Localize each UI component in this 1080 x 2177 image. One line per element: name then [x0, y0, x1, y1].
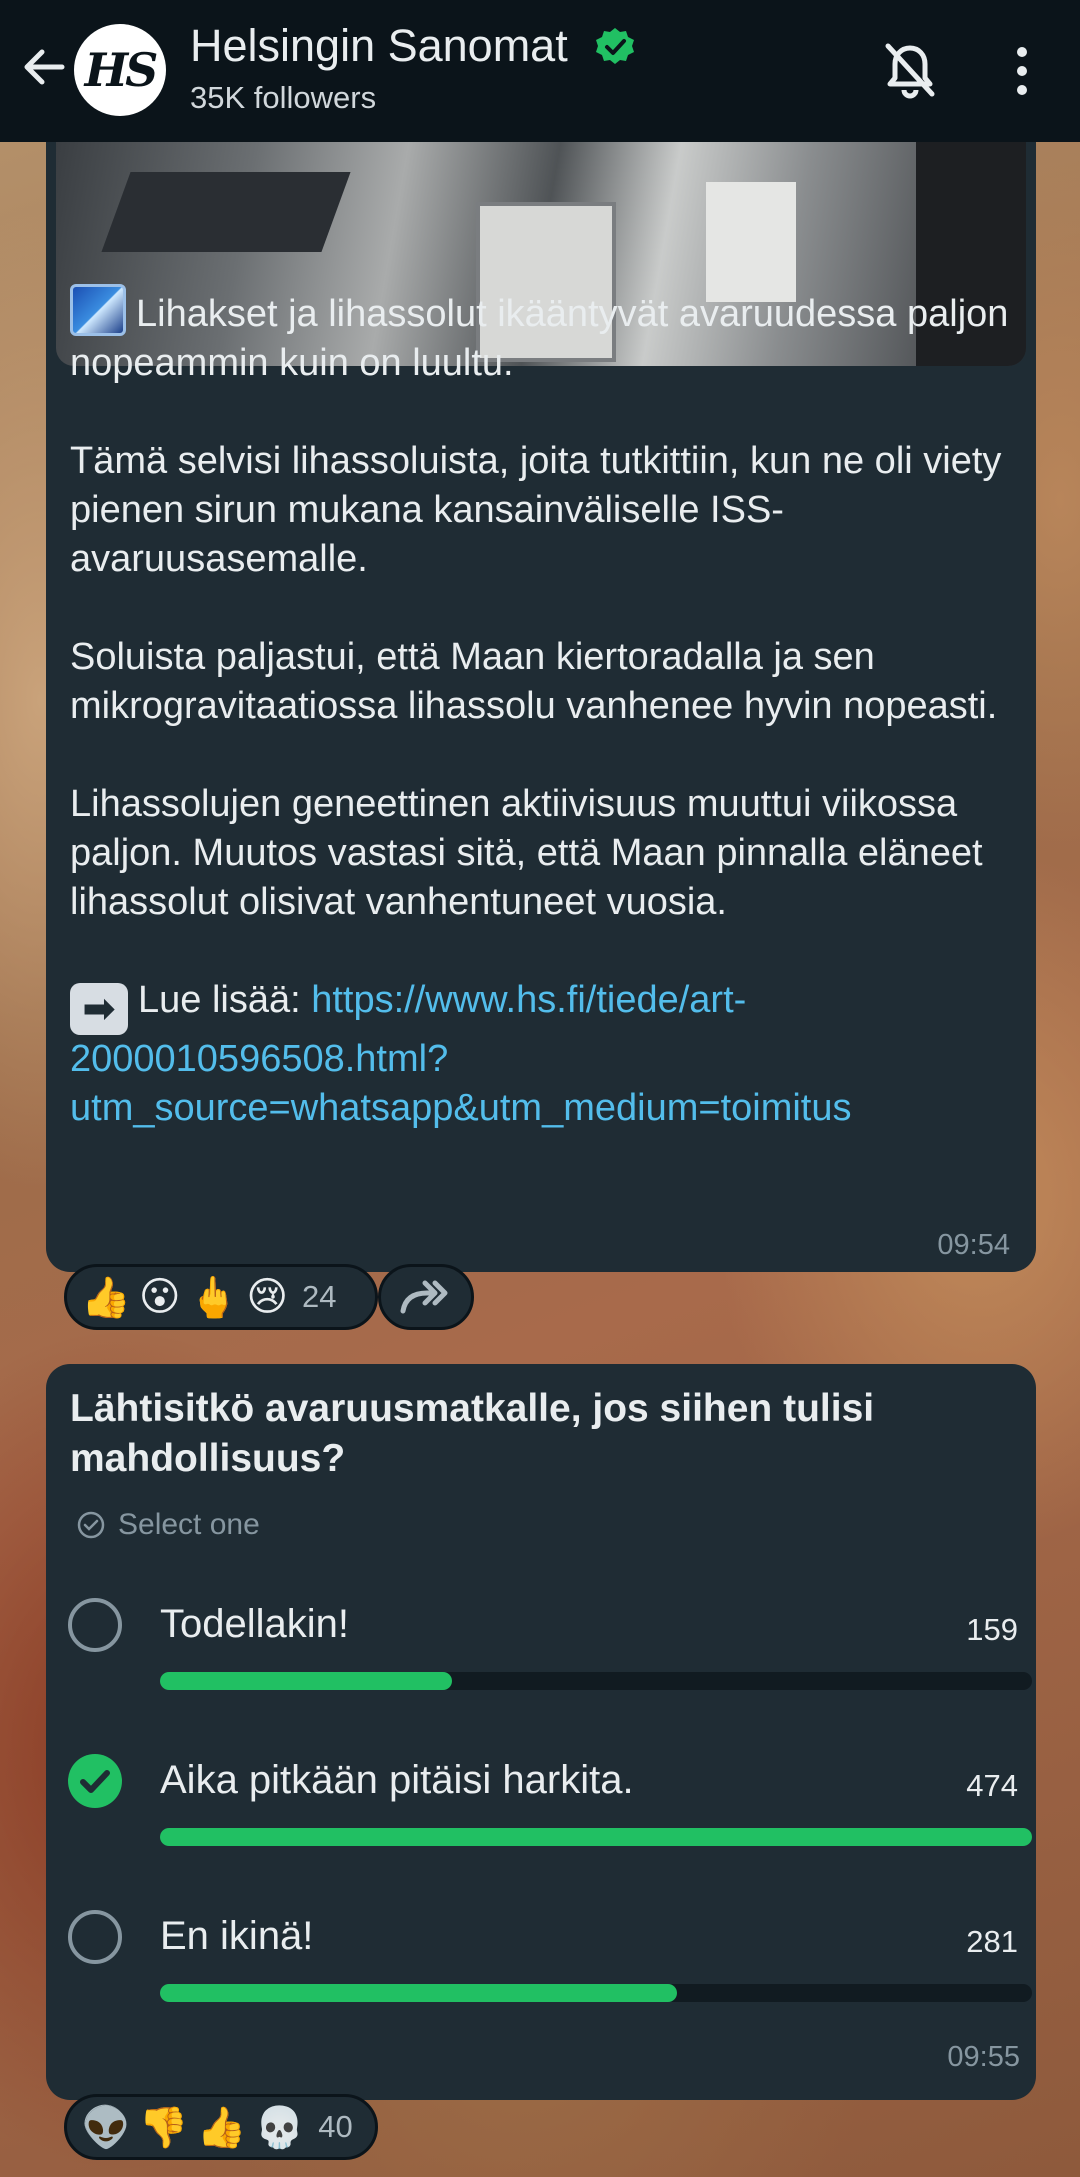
- reaction-emoji: 😢: [246, 1275, 289, 1319]
- verified-badge-icon: [596, 28, 634, 64]
- reaction-emoji: 👽: [81, 2105, 131, 2150]
- message-time: 09:54: [937, 1229, 1010, 1261]
- reaction-count: 40: [318, 2109, 353, 2144]
- poll-progress-fill: [160, 1672, 453, 1690]
- reaction-emoji: 💀: [254, 2105, 305, 2150]
- poll-option[interactable]: Aika pitkään pitäisi harkita. 474: [68, 1754, 1032, 1874]
- radio-button-checked[interactable]: [68, 1754, 122, 1808]
- poll-option[interactable]: En ikinä! 281: [68, 1910, 1032, 2030]
- radio-button[interactable]: [68, 1598, 122, 1652]
- poll-progress-fill: [160, 1828, 1032, 1846]
- poll-progress-track: [160, 1984, 1032, 2002]
- more-vert-icon[interactable]: [1006, 44, 1038, 98]
- message-time: 09:55: [947, 2041, 1020, 2073]
- select-one-hint: Select one: [76, 1508, 260, 1542]
- reaction-emoji: 😮: [138, 1275, 181, 1319]
- forward-button[interactable]: [378, 1264, 474, 1330]
- poll-option-label: En ikinä!: [160, 1914, 314, 1958]
- reaction-emoji: 👎: [138, 2105, 189, 2150]
- message-text: Lihakset ja lihassolut ikääntyvät avaruu…: [70, 284, 1020, 1133]
- check-circle-icon: [77, 1511, 105, 1539]
- poll-option-label: Todellakin!: [160, 1602, 350, 1646]
- poll-option-count: 474: [966, 1768, 1018, 1803]
- chat-header: HS Helsingin Sanomat 35K followers: [0, 0, 1080, 142]
- poll-progress-track: [160, 1828, 1032, 1846]
- back-arrow-icon[interactable]: [18, 42, 68, 92]
- reaction-emoji: 👍: [81, 1275, 131, 1320]
- reaction-emoji: 🖕: [188, 1275, 239, 1320]
- channel-name[interactable]: Helsingin Sanomat: [190, 20, 568, 72]
- checkmark-icon: [80, 1770, 110, 1793]
- reaction-count: 24: [302, 1279, 337, 1314]
- article-message[interactable]: Lihakset ja lihassolut ikääntyvät avaruu…: [46, 100, 1036, 1272]
- poll-option-count: 159: [966, 1612, 1018, 1647]
- reaction-emoji: 👍: [196, 2105, 247, 2150]
- poll-option-count: 281: [966, 1924, 1018, 1959]
- reactions-bar[interactable]: 👽 👎 👍 💀 40: [64, 2094, 378, 2160]
- poll-question: Lähtisitkö avaruusmatkalle, jos siihen t…: [70, 1387, 875, 1480]
- radio-button[interactable]: [68, 1910, 122, 1964]
- poll-message: Lähtisitkö avaruusmatkalle, jos siihen t…: [46, 1364, 1036, 2100]
- notifications-off-icon[interactable]: [882, 40, 938, 100]
- followers-count: 35K followers: [190, 80, 377, 115]
- poll-option-label: Aika pitkään pitäisi harkita.: [160, 1758, 634, 1802]
- avatar[interactable]: HS: [74, 24, 166, 116]
- poll-progress-track: [160, 1672, 1032, 1690]
- space-image-emoji-icon: [70, 284, 126, 336]
- right-arrow-emoji-icon: ➡: [70, 983, 128, 1035]
- forward-icon: [400, 1280, 448, 1314]
- reactions-bar[interactable]: 👍 😮 🖕 😢 24: [64, 1264, 378, 1330]
- poll-progress-fill: [160, 1984, 678, 2002]
- poll-option[interactable]: Todellakin! 159: [68, 1598, 1032, 1718]
